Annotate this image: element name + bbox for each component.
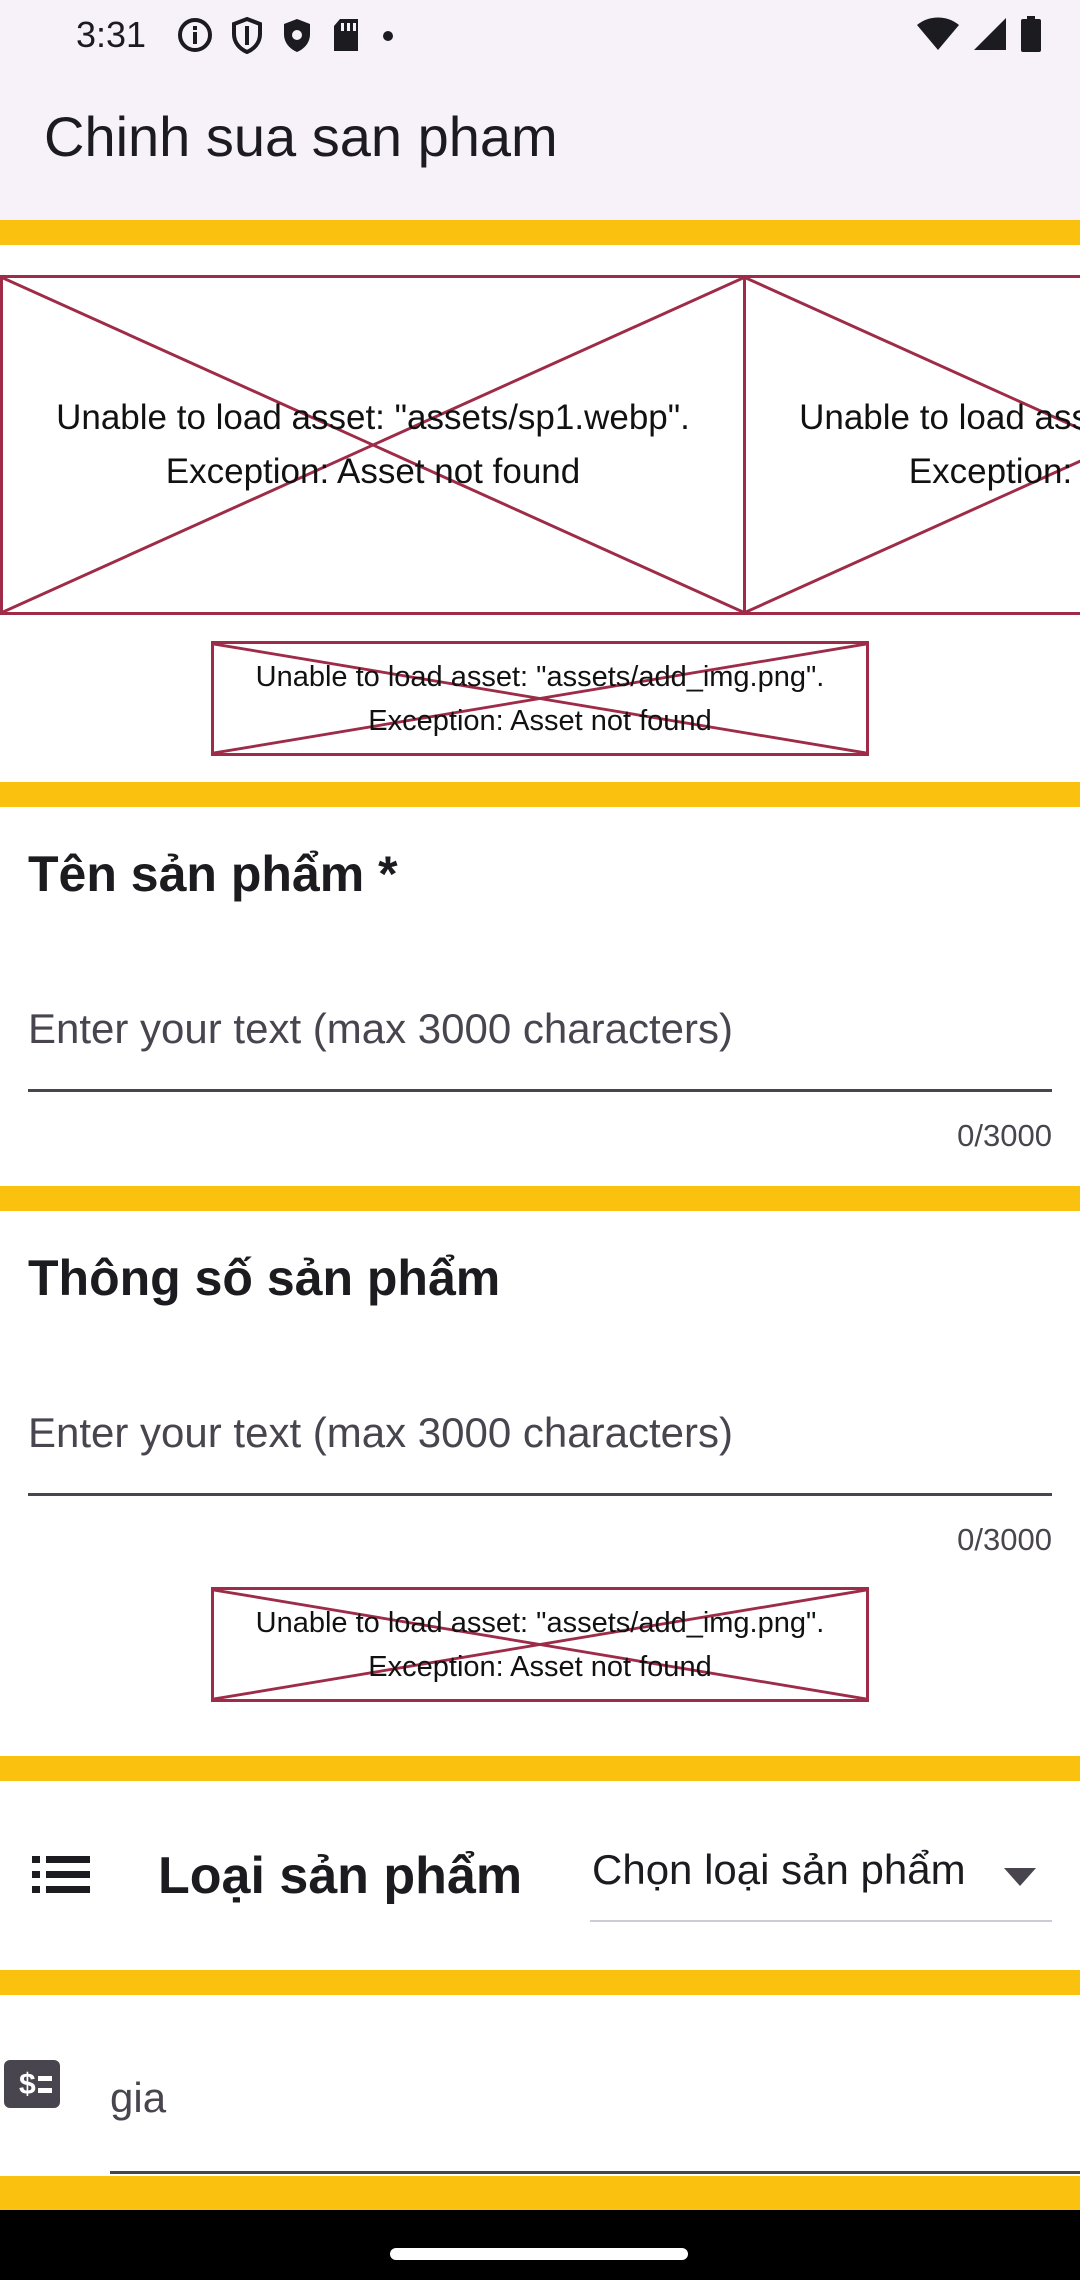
section-divider bbox=[0, 1756, 1080, 1781]
add-spec-image-error-line2: Exception: Asset not found bbox=[368, 1650, 712, 1683]
image-error-message: Unable to load asset: "assets/sp1.webp".… bbox=[746, 278, 1080, 612]
category-dropdown[interactable]: Chọn loại sản phẩm bbox=[590, 1840, 1052, 1922]
shield-filled-icon bbox=[284, 19, 310, 52]
add-spec-image-error-message: Unable to load asset: "assets/add_img.pn… bbox=[214, 1590, 866, 1699]
image-error-message: Unable to load asset: "assets/sp1.webp".… bbox=[3, 278, 743, 612]
product-name-heading: Tên sản phẩm * bbox=[28, 846, 398, 902]
product-specs-heading: Thông số sản phẩm bbox=[28, 1250, 501, 1306]
dot-icon bbox=[383, 31, 393, 41]
app-bar: Chinh sua san pham bbox=[0, 70, 1080, 220]
section-divider bbox=[0, 220, 1080, 245]
status-bar: 3:31 bbox=[0, 0, 1080, 70]
info-icon bbox=[178, 18, 212, 52]
category-label: Loại sản phẩm bbox=[158, 1847, 523, 1905]
product-name-field[interactable] bbox=[28, 962, 1052, 1092]
chevron-down-icon bbox=[1004, 1868, 1036, 1886]
image-carousel[interactable]: Unable to load asset: "assets/sp1.webp".… bbox=[0, 275, 1080, 615]
price-input[interactable] bbox=[110, 2040, 1080, 2171]
section-divider bbox=[0, 2176, 1080, 2210]
add-image-error-message: Unable to load asset: "assets/add_img.pn… bbox=[214, 644, 866, 753]
product-image-2[interactable]: Unable to load asset: "assets/sp1.webp".… bbox=[743, 275, 1080, 615]
status-icons-right bbox=[916, 12, 1042, 56]
section-divider bbox=[0, 1970, 1080, 1995]
section-divider bbox=[0, 782, 1080, 807]
product-specs-input[interactable] bbox=[28, 1366, 1052, 1493]
image-error-line2: Exception: Asset not found bbox=[908, 452, 1080, 491]
sd-card-icon bbox=[334, 19, 358, 51]
price-field[interactable] bbox=[110, 2040, 1080, 2174]
status-time: 3:31 bbox=[76, 14, 147, 55]
signal-icon bbox=[974, 18, 1006, 50]
shield-icon bbox=[232, 16, 262, 54]
product-name-counter: 0/3000 bbox=[957, 1118, 1052, 1153]
status-icons-left bbox=[176, 14, 398, 56]
image-error-line1: Unable to load asset: "assets/sp1.webp". bbox=[799, 398, 1080, 437]
price-tag-icon: $ bbox=[4, 2060, 60, 2108]
image-error-line2: Exception: Asset not found bbox=[165, 452, 581, 491]
category-selected-value: Chọn loại sản phẩm bbox=[592, 1846, 966, 1893]
list-icon bbox=[32, 1856, 90, 1893]
wifi-icon bbox=[917, 17, 959, 50]
add-image-error-line2: Exception: Asset not found bbox=[368, 704, 712, 737]
page-title: Chinh sua san pham bbox=[44, 105, 558, 168]
add-spec-image-error-line1: Unable to load asset: "assets/add_img.pn… bbox=[255, 1606, 825, 1639]
section-divider bbox=[0, 1186, 1080, 1211]
system-nav-bar bbox=[0, 2210, 1080, 2280]
add-spec-image-button[interactable]: Unable to load asset: "assets/add_img.pn… bbox=[211, 1587, 869, 1702]
svg-text:$: $ bbox=[19, 2068, 36, 2101]
product-specs-field[interactable] bbox=[28, 1366, 1052, 1496]
product-name-input[interactable] bbox=[28, 962, 1052, 1089]
battery-icon bbox=[1021, 16, 1041, 52]
add-image-error-line1: Unable to load asset: "assets/add_img.pn… bbox=[255, 660, 825, 693]
add-image-button[interactable]: Unable to load asset: "assets/add_img.pn… bbox=[211, 641, 869, 756]
product-image-1[interactable]: Unable to load asset: "assets/sp1.webp".… bbox=[0, 275, 746, 615]
product-specs-counter: 0/3000 bbox=[957, 1522, 1052, 1557]
home-gesture-handle[interactable] bbox=[390, 2248, 688, 2260]
image-error-line1: Unable to load asset: "assets/sp1.webp". bbox=[56, 398, 690, 437]
